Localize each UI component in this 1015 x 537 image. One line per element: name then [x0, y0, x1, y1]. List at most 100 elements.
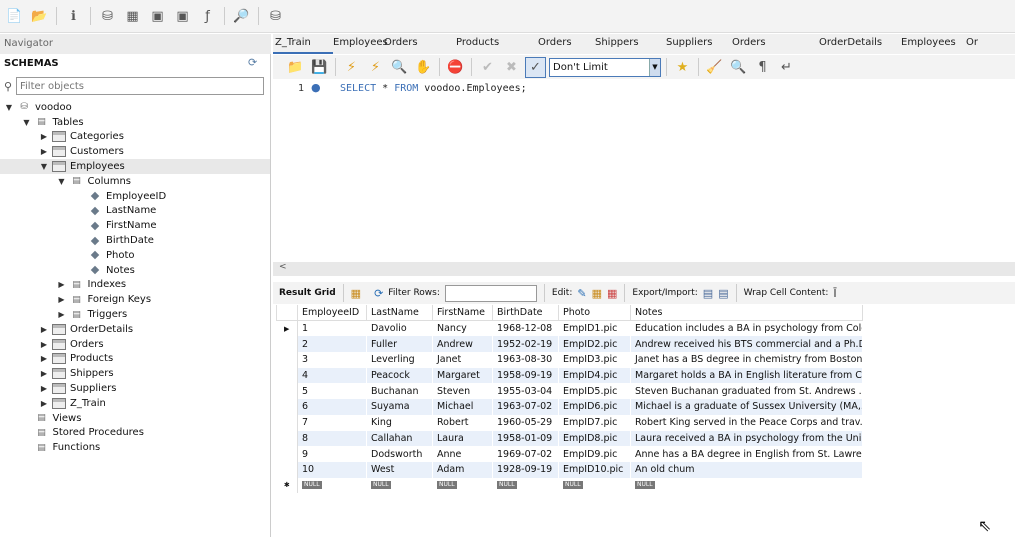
tree-item-birthdate[interactable]: BirthDate	[0, 233, 270, 248]
tree-item-categories[interactable]: ▶ Categories	[0, 130, 270, 145]
grid-cell[interactable]: 1958-01-09	[492, 430, 559, 447]
stop-icon[interactable]: ✋	[413, 57, 434, 78]
query-tab[interactable]: Employees	[333, 34, 388, 54]
add-row-icon[interactable]: ▦	[592, 287, 602, 300]
collapsed-arrow-icon[interactable]: ▶	[39, 325, 49, 334]
grid-cell[interactable]: Dodsworth	[366, 446, 433, 462]
grid-cell[interactable]: Andrew	[432, 336, 493, 353]
refresh-icon[interactable]: ⟳	[248, 56, 257, 69]
add-snippet-icon[interactable]: ★	[672, 57, 693, 78]
result-grid-tab[interactable]: Result Grid	[279, 288, 336, 298]
tree-item-orders[interactable]: ▶ Orders	[0, 337, 270, 352]
collapsed-arrow-icon[interactable]: ▶	[39, 369, 49, 378]
row-marker[interactable]	[276, 414, 298, 431]
column-header[interactable]: LastName	[366, 305, 433, 322]
grid-cell[interactable]: 5	[297, 383, 367, 400]
grid-cell[interactable]: EmpID10.pic	[558, 461, 631, 478]
grid-cell[interactable]: Fuller	[366, 336, 433, 353]
grid-cell[interactable]: EmpID3.pic	[558, 352, 631, 368]
column-header[interactable]: Notes	[630, 305, 863, 322]
tree-item-foreign-keys[interactable]: ▶ ▤ Foreign Keys	[0, 292, 270, 307]
grid-cell[interactable]: NULL	[492, 477, 559, 494]
row-marker[interactable]	[276, 367, 298, 384]
rollback-icon[interactable]: ✖	[501, 57, 522, 78]
column-header[interactable]: BirthDate	[492, 305, 559, 322]
query-tab[interactable]: Orders	[384, 34, 456, 54]
query-tab[interactable]: Orders	[538, 34, 595, 54]
grid-cell[interactable]: 1968-12-08	[492, 320, 559, 337]
grid-cell[interactable]: Steven Buchanan graduated from St. Andre…	[630, 383, 863, 400]
tree-item-customers[interactable]: ▶ Customers	[0, 144, 270, 159]
table-row[interactable]: ▶ 1 Davolio Nancy 1968-12-08 EmpID1.pic Educat…	[276, 320, 863, 337]
collapsed-arrow-icon[interactable]: ▶	[39, 147, 49, 156]
table-row[interactable]: 10 West Adam 1928-09-19 EmpID10.pic An old ch…	[276, 461, 863, 478]
collapsed-arrow-icon[interactable]: ▶	[39, 354, 49, 363]
expanded-arrow-icon[interactable]: ▼	[57, 177, 67, 186]
row-marker[interactable]	[276, 430, 298, 447]
grid-cell[interactable]: An old chum	[630, 461, 863, 478]
grid-cell[interactable]: 1	[297, 320, 367, 337]
grid-cell[interactable]: 1928-09-19	[492, 461, 559, 478]
new-sql-tab-icon[interactable]: 📄	[4, 6, 25, 27]
grid-cell[interactable]: Michael	[432, 399, 493, 415]
grid-cell[interactable]: 8	[297, 430, 367, 447]
filter-rows-input[interactable]	[444, 284, 537, 302]
grid-cell[interactable]: Davolio	[366, 320, 433, 337]
grid-cell[interactable]: Peacock	[366, 367, 433, 384]
grid-cell[interactable]: Suyama	[366, 399, 433, 415]
tree-item-columns[interactable]: ▼ ▤ Columns	[0, 174, 270, 189]
grid-cell[interactable]: Laura received a BA in psychology from t…	[630, 430, 863, 447]
grid-cell[interactable]: NULL	[630, 477, 863, 494]
expanded-arrow-icon[interactable]: ▼	[39, 162, 49, 171]
tree-item-employees[interactable]: ▼ Employees	[0, 159, 270, 174]
grid-cell[interactable]: 1958-09-19	[492, 367, 559, 384]
grid-cell[interactable]: Margaret	[432, 367, 493, 384]
table-row[interactable]: 6 Suyama Michael 1963-07-02 EmpID6.pic Michae…	[276, 399, 863, 415]
import-icon[interactable]: ▤	[718, 287, 728, 300]
find-icon[interactable]: 🔍	[728, 57, 749, 78]
grid-cell[interactable]: King	[366, 414, 433, 431]
table-row[interactable]: 8 Callahan Laura 1958-01-09 EmpID8.pic Laura …	[276, 430, 863, 447]
autocommit-icon[interactable]: ✓	[525, 56, 546, 78]
grid-cell[interactable]: 1969-07-02	[492, 446, 559, 462]
scroll-left-icon[interactable]: <	[279, 262, 287, 272]
table-row[interactable]: 5 Buchanan Steven 1955-03-04 EmpID5.pic Steve…	[276, 383, 863, 400]
word-wrap-icon[interactable]: ↵	[776, 57, 797, 78]
refresh-icon[interactable]: ⟳	[374, 287, 383, 300]
grid-cell[interactable]: 10	[297, 461, 367, 478]
new-row[interactable]: ✱ NULL NULL NULL NULL NULL NULL	[276, 477, 863, 494]
grid-cell[interactable]: Anne	[432, 446, 493, 462]
grid-cell[interactable]: Steven	[432, 383, 493, 400]
grid-cell[interactable]: 1963-07-02	[492, 399, 559, 415]
chevron-down-icon[interactable]: ▼	[649, 58, 660, 76]
create-schema-icon[interactable]: ⛁	[97, 6, 118, 27]
delete-row-icon[interactable]: ▦	[607, 287, 617, 300]
table-row[interactable]: 3 Leverling Janet 1963-08-30 EmpID3.pic Janet…	[276, 352, 863, 368]
tree-item-suppliers[interactable]: ▶ Suppliers	[0, 381, 270, 396]
row-marker[interactable]	[276, 336, 298, 353]
grid-cell[interactable]: NULL	[558, 477, 631, 494]
grid-cell[interactable]: 1952-02-19	[492, 336, 559, 353]
horizontal-scrollbar[interactable]: <	[273, 262, 1015, 276]
grid-cell[interactable]: 2	[297, 336, 367, 353]
query-tab[interactable]: Employees	[901, 34, 966, 54]
row-marker[interactable]	[276, 352, 298, 368]
row-marker[interactable]	[276, 461, 298, 478]
grid-cell[interactable]: Robert King served in the Peace Corps an…	[630, 414, 863, 431]
tree-item-shippers[interactable]: ▶ Shippers	[0, 366, 270, 381]
create-table-icon[interactable]: ▦	[122, 6, 143, 27]
tree-item-employeeid[interactable]: EmployeeID	[0, 189, 270, 204]
create-view-icon[interactable]: ▣	[147, 6, 168, 27]
query-tab[interactable]: OrderDetails	[819, 34, 901, 54]
grid-cell[interactable]: EmpID6.pic	[558, 399, 631, 415]
grid-cell[interactable]: Callahan	[366, 430, 433, 447]
query-tab[interactable]: Shippers	[595, 34, 666, 54]
grid-cell[interactable]: EmpID4.pic	[558, 367, 631, 384]
grid-cell[interactable]: Education includes a BA in psychology fr…	[630, 320, 863, 337]
collapsed-arrow-icon[interactable]: ▶	[39, 132, 49, 141]
grid-cell[interactable]: Leverling	[366, 352, 433, 368]
row-marker[interactable]: ▶	[276, 320, 298, 337]
tree-item-orderdetails[interactable]: ▶ OrderDetails	[0, 322, 270, 337]
tree-item-triggers[interactable]: ▶ ▤ Triggers	[0, 307, 270, 322]
collapsed-arrow-icon[interactable]: ▶	[39, 384, 49, 393]
